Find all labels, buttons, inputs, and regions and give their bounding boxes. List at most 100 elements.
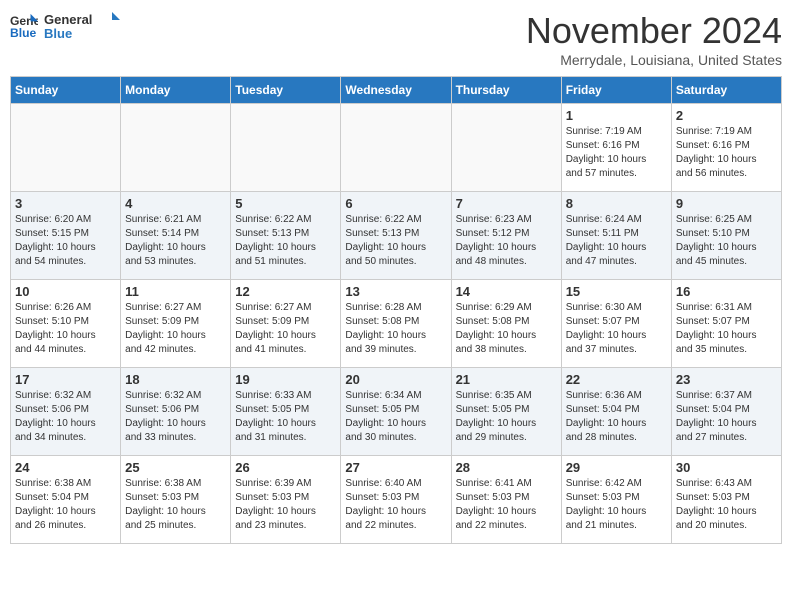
day-info: Sunrise: 6:34 AM Sunset: 5:05 PM Dayligh… [345, 389, 446, 445]
day-number: 28 [456, 460, 557, 475]
calendar-cell: 4 Sunrise: 6:21 AM Sunset: 5:14 PM Daylig… [121, 192, 231, 280]
weekday-header: Friday [561, 77, 671, 104]
day-info: Sunrise: 6:32 AM Sunset: 5:06 PM Dayligh… [125, 389, 226, 445]
svg-text:Blue: Blue [10, 26, 37, 40]
weekday-header: Saturday [671, 77, 781, 104]
weekday-header-row: SundayMondayTuesdayWednesdayThursdayFrid… [11, 77, 782, 104]
day-number: 22 [566, 372, 667, 387]
calendar-cell: 24 Sunrise: 6:38 AM Sunset: 5:04 PM Dayli… [11, 456, 121, 544]
title-block: November 2024 Merrydale, Louisiana, Unit… [526, 10, 782, 68]
day-info: Sunrise: 6:23 AM Sunset: 5:12 PM Dayligh… [456, 213, 557, 269]
calendar-cell: 22 Sunrise: 6:36 AM Sunset: 5:04 PM Dayli… [561, 368, 671, 456]
calendar-week-row: 24 Sunrise: 6:38 AM Sunset: 5:04 PM Dayli… [11, 456, 782, 544]
day-info: Sunrise: 6:28 AM Sunset: 5:08 PM Dayligh… [345, 301, 446, 357]
day-number: 25 [125, 460, 226, 475]
calendar-cell: 11Sunrise: 6:27 AM Sunset: 5:09 PM Dayli… [121, 280, 231, 368]
calendar-cell: 25 Sunrise: 6:38 AM Sunset: 5:03 PM Dayli… [121, 456, 231, 544]
day-info: Sunrise: 6:38 AM Sunset: 5:03 PM Dayligh… [125, 477, 226, 533]
day-info: Sunrise: 6:39 AM Sunset: 5:03 PM Dayligh… [235, 477, 336, 533]
calendar-cell: 3Sunrise: 6:20 AM Sunset: 5:15 PM Daylig… [11, 192, 121, 280]
day-info: Sunrise: 6:40 AM Sunset: 5:03 PM Dayligh… [345, 477, 446, 533]
day-info: Sunrise: 6:26 AM Sunset: 5:10 PM Dayligh… [15, 301, 116, 357]
day-info: Sunrise: 7:19 AM Sunset: 6:16 PM Dayligh… [566, 125, 667, 181]
day-info: Sunrise: 6:42 AM Sunset: 5:03 PM Dayligh… [566, 477, 667, 533]
day-number: 13 [345, 284, 446, 299]
calendar-cell: 16 Sunrise: 6:31 AM Sunset: 5:07 PM Dayli… [671, 280, 781, 368]
calendar-cell: 1 Sunrise: 7:19 AM Sunset: 6:16 PM Daylig… [561, 104, 671, 192]
calendar-week-row: 17 Sunrise: 6:32 AM Sunset: 5:06 PM Dayli… [11, 368, 782, 456]
calendar-cell: 7 Sunrise: 6:23 AM Sunset: 5:12 PM Daylig… [451, 192, 561, 280]
day-info: Sunrise: 6:21 AM Sunset: 5:14 PM Dayligh… [125, 213, 226, 269]
day-number: 10 [15, 284, 116, 299]
page-header: General Blue General Blue November 2024 … [10, 10, 782, 68]
day-number: 26 [235, 460, 336, 475]
calendar-cell [231, 104, 341, 192]
day-number: 12 [235, 284, 336, 299]
day-number: 16 [676, 284, 777, 299]
day-number: 2 [676, 108, 777, 123]
day-info: Sunrise: 6:41 AM Sunset: 5:03 PM Dayligh… [456, 477, 557, 533]
day-info: Sunrise: 6:37 AM Sunset: 5:04 PM Dayligh… [676, 389, 777, 445]
day-number: 8 [566, 196, 667, 211]
calendar-cell: 23 Sunrise: 6:37 AM Sunset: 5:04 PM Dayli… [671, 368, 781, 456]
day-info: Sunrise: 6:22 AM Sunset: 5:13 PM Dayligh… [235, 213, 336, 269]
calendar-cell: 19 Sunrise: 6:33 AM Sunset: 5:05 PM Dayli… [231, 368, 341, 456]
calendar-cell: 10 Sunrise: 6:26 AM Sunset: 5:10 PM Dayli… [11, 280, 121, 368]
calendar-cell: 28 Sunrise: 6:41 AM Sunset: 5:03 PM Dayli… [451, 456, 561, 544]
weekday-header: Monday [121, 77, 231, 104]
calendar-cell: 30Sunrise: 6:43 AM Sunset: 5:03 PM Dayli… [671, 456, 781, 544]
calendar-cell: 8 Sunrise: 6:24 AM Sunset: 5:11 PM Daylig… [561, 192, 671, 280]
day-info: Sunrise: 6:32 AM Sunset: 5:06 PM Dayligh… [15, 389, 116, 445]
day-number: 3 [15, 196, 116, 211]
day-info: Sunrise: 7:19 AM Sunset: 6:16 PM Dayligh… [676, 125, 777, 181]
day-info: Sunrise: 6:31 AM Sunset: 5:07 PM Dayligh… [676, 301, 777, 357]
day-info: Sunrise: 6:33 AM Sunset: 5:05 PM Dayligh… [235, 389, 336, 445]
day-number: 27 [345, 460, 446, 475]
calendar-cell: 26 Sunrise: 6:39 AM Sunset: 5:03 PM Dayli… [231, 456, 341, 544]
day-info: Sunrise: 6:38 AM Sunset: 5:04 PM Dayligh… [15, 477, 116, 533]
calendar-cell: 13 Sunrise: 6:28 AM Sunset: 5:08 PM Dayli… [341, 280, 451, 368]
calendar-cell: 15 Sunrise: 6:30 AM Sunset: 5:07 PM Dayli… [561, 280, 671, 368]
day-number: 21 [456, 372, 557, 387]
calendar-cell: 18 Sunrise: 6:32 AM Sunset: 5:06 PM Dayli… [121, 368, 231, 456]
calendar-cell: 9Sunrise: 6:25 AM Sunset: 5:10 PM Daylig… [671, 192, 781, 280]
calendar-cell: 5Sunrise: 6:22 AM Sunset: 5:13 PM Daylig… [231, 192, 341, 280]
day-info: Sunrise: 6:29 AM Sunset: 5:08 PM Dayligh… [456, 301, 557, 357]
day-number: 19 [235, 372, 336, 387]
logo-svg: General Blue [44, 10, 124, 42]
month-title: November 2024 [526, 10, 782, 52]
calendar-cell: 6Sunrise: 6:22 AM Sunset: 5:13 PM Daylig… [341, 192, 451, 280]
calendar-cell: 17 Sunrise: 6:32 AM Sunset: 5:06 PM Dayli… [11, 368, 121, 456]
weekday-header: Thursday [451, 77, 561, 104]
day-info: Sunrise: 6:24 AM Sunset: 5:11 PM Dayligh… [566, 213, 667, 269]
day-number: 15 [566, 284, 667, 299]
day-info: Sunrise: 6:27 AM Sunset: 5:09 PM Dayligh… [235, 301, 336, 357]
day-number: 7 [456, 196, 557, 211]
day-info: Sunrise: 6:36 AM Sunset: 5:04 PM Dayligh… [566, 389, 667, 445]
day-number: 29 [566, 460, 667, 475]
day-number: 24 [15, 460, 116, 475]
calendar-cell [11, 104, 121, 192]
calendar-week-row: 10 Sunrise: 6:26 AM Sunset: 5:10 PM Dayli… [11, 280, 782, 368]
day-info: Sunrise: 6:25 AM Sunset: 5:10 PM Dayligh… [676, 213, 777, 269]
calendar-cell: 27 Sunrise: 6:40 AM Sunset: 5:03 PM Dayli… [341, 456, 451, 544]
weekday-header: Sunday [11, 77, 121, 104]
calendar-cell: 20 Sunrise: 6:34 AM Sunset: 5:05 PM Dayli… [341, 368, 451, 456]
day-info: Sunrise: 6:22 AM Sunset: 5:13 PM Dayligh… [345, 213, 446, 269]
day-number: 17 [15, 372, 116, 387]
calendar-cell: 29 Sunrise: 6:42 AM Sunset: 5:03 PM Dayli… [561, 456, 671, 544]
day-info: Sunrise: 6:30 AM Sunset: 5:07 PM Dayligh… [566, 301, 667, 357]
calendar-table: SundayMondayTuesdayWednesdayThursdayFrid… [10, 76, 782, 544]
day-number: 23 [676, 372, 777, 387]
day-info: Sunrise: 6:27 AM Sunset: 5:09 PM Dayligh… [125, 301, 226, 357]
day-number: 1 [566, 108, 667, 123]
calendar-cell: 2 Sunrise: 7:19 AM Sunset: 6:16 PM Daylig… [671, 104, 781, 192]
day-number: 4 [125, 196, 226, 211]
calendar-cell [121, 104, 231, 192]
day-number: 18 [125, 372, 226, 387]
calendar-cell: 21Sunrise: 6:35 AM Sunset: 5:05 PM Dayli… [451, 368, 561, 456]
calendar-cell: 12 Sunrise: 6:27 AM Sunset: 5:09 PM Dayli… [231, 280, 341, 368]
day-number: 20 [345, 372, 446, 387]
calendar-week-row: 3Sunrise: 6:20 AM Sunset: 5:15 PM Daylig… [11, 192, 782, 280]
logo: General Blue General Blue [10, 10, 124, 42]
